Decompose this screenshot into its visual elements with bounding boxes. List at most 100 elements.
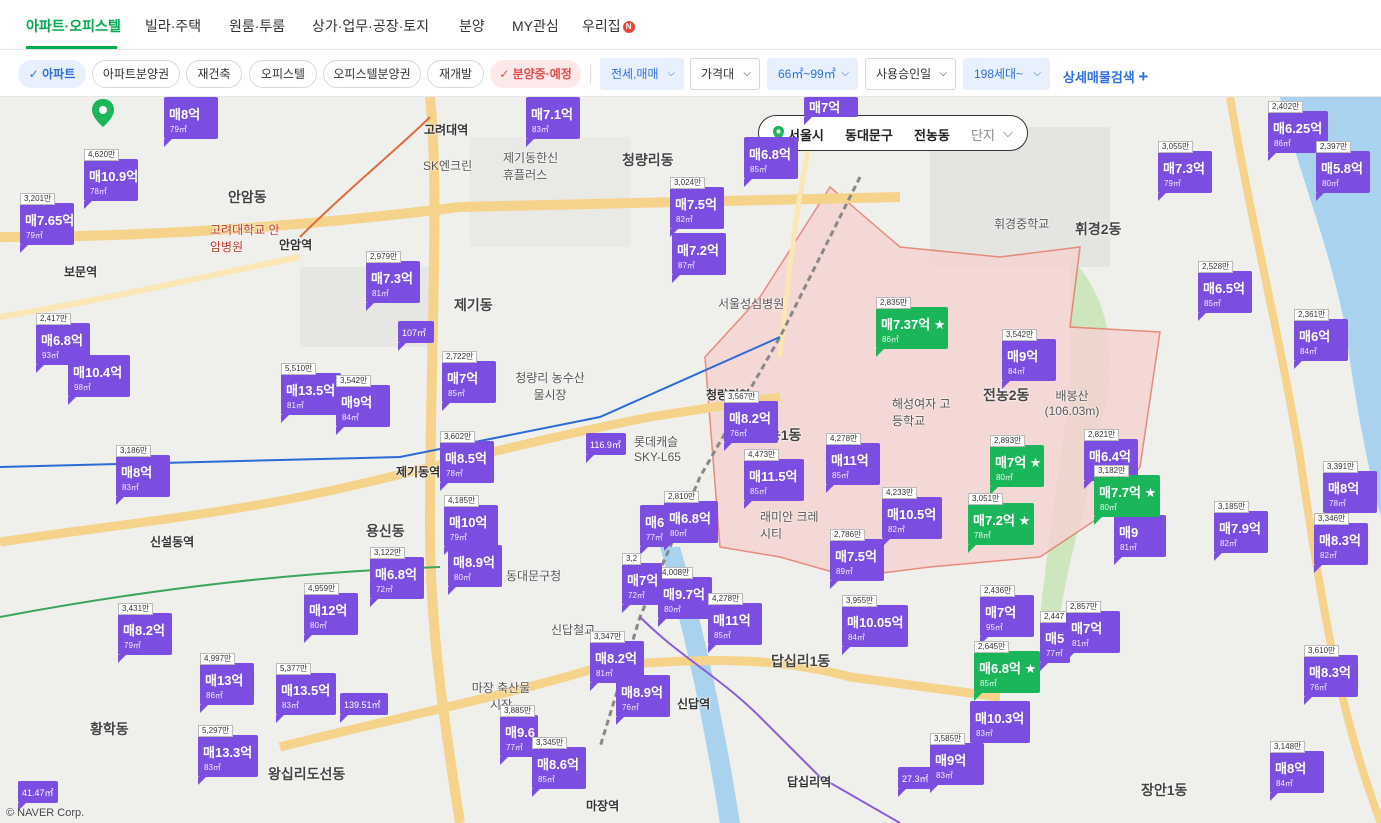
area-marker[interactable]: 139.51㎡	[340, 693, 388, 723]
price-marker[interactable]: 2,810만 매6.8억 80㎡	[664, 491, 718, 551]
chip-reconstruction[interactable]: 재건축	[186, 60, 242, 88]
price-marker[interactable]: 3,542만 매9억 84㎡	[1002, 329, 1056, 389]
price-marker[interactable]: 3,185만 매7.9억 82㎡	[1214, 501, 1268, 561]
featured-price-marker[interactable]: 3,051만 매7.2억 ★ 78㎡	[968, 493, 1034, 553]
featured-price-marker[interactable]: 2,645만 매6.8억 ★ 85㎡	[974, 641, 1040, 701]
marker-area: 86㎡	[1274, 139, 1291, 148]
price-marker[interactable]: 4,473만 매11.5억 85㎡	[744, 449, 804, 509]
marker-area: 80㎡	[996, 473, 1013, 482]
price-marker[interactable]: 3,567만 매8.2억 76㎡	[724, 391, 778, 451]
area-marker[interactable]: 107㎡	[398, 321, 434, 351]
price-marker[interactable]: 4,278만 매11억 85㎡	[826, 433, 880, 493]
price-marker[interactable]: 매10.4억 98㎡	[68, 355, 130, 405]
price-marker[interactable]: 3,391만 매8억 78㎡	[1323, 461, 1377, 521]
price-marker[interactable]: 매8.9억 80㎡	[448, 545, 502, 595]
price-marker[interactable]: 매7.2억 87㎡	[672, 233, 726, 283]
tab-apartment-officetel[interactable]: 아파트·오피스텔	[26, 16, 121, 36]
price-marker[interactable]: 4,620만 매10.9억 78㎡	[84, 149, 138, 209]
chip-apartment[interactable]: ✓ 아파트	[18, 60, 86, 88]
price-marker[interactable]: 매10.3억 83㎡	[970, 701, 1030, 751]
price-marker[interactable]: 3,345만 매8.6억 85㎡	[532, 737, 586, 797]
price-marker[interactable]: 3,431만 매8.2억 79㎡	[118, 603, 172, 663]
price-marker[interactable]: 매8억 79㎡	[164, 97, 218, 147]
select-area[interactable]: 66㎡~99㎡ ⌵	[767, 58, 858, 90]
chip-presale-upcoming[interactable]: ✓ 분양중·예정	[490, 60, 581, 88]
tab-oneroom-tworoom[interactable]: 원룸·투룸	[229, 16, 285, 36]
chip-apartment-presale-right[interactable]: 아파트분양권	[92, 60, 180, 88]
price-marker[interactable]: 3,610만 매8.3억 76㎡	[1304, 645, 1358, 705]
price-marker[interactable]: 3,148만 매8억 84㎡	[1270, 741, 1324, 801]
marker-per-pyeong: 2,436만	[980, 585, 1016, 597]
price-marker[interactable]: 5,377만 매13.5억 83㎡	[276, 663, 336, 723]
marker-per-pyeong: 2,979만	[366, 251, 402, 263]
select-price[interactable]: 가격대 ⌵	[690, 58, 760, 90]
price-marker[interactable]: 3,602만 매8.5억 78㎡	[440, 431, 494, 491]
marker-area: 80㎡	[1322, 179, 1339, 188]
price-marker[interactable]: 3,055만 매7.3억 79㎡	[1158, 141, 1212, 201]
price-marker[interactable]: 2,528만 매6.5억 85㎡	[1198, 261, 1252, 321]
price-marker[interactable]: 4,997만 매13억 86㎡	[200, 653, 254, 713]
marker-area: 86㎡	[206, 691, 223, 700]
featured-price-marker[interactable]: 3,182만 매7.7억 ★ 80㎡	[1094, 465, 1160, 525]
price-marker[interactable]: 2,857만 매7억 81㎡	[1066, 601, 1120, 661]
marker-price: 매10.05억	[847, 615, 904, 630]
price-marker[interactable]: 매6.8억 85㎡	[744, 137, 798, 187]
detail-search-button[interactable]: 상세매물검색 +	[1063, 67, 1148, 87]
marker-price: 매8.9억	[621, 685, 663, 700]
price-marker[interactable]: 매8.9억 76㎡	[616, 675, 670, 725]
marker-per-pyeong: 2,835만	[876, 297, 912, 309]
location-breadcrumb[interactable]: 서울시 동대문구 전농동 단지 ⌵	[758, 115, 1028, 151]
chip-redevelopment[interactable]: 재개발	[427, 60, 484, 88]
marker-price: 매7억	[985, 605, 1017, 620]
tab-my-interest[interactable]: MY관심	[512, 16, 559, 36]
price-marker[interactable]: 3,542만 매9억 84㎡	[336, 375, 390, 435]
price-marker[interactable]: 5,297만 매13.3억 83㎡	[198, 725, 258, 785]
area-marker[interactable]: 41.47㎡	[18, 781, 58, 811]
price-marker[interactable]: 3,201만 매7.65억 79㎡	[20, 193, 74, 253]
price-marker[interactable]: 3,122만 매6.8억 72㎡	[370, 547, 424, 607]
price-marker[interactable]: 4,233만 매10.5억 82㎡	[882, 487, 942, 547]
select-households[interactable]: 198세대~ ⌵	[963, 58, 1050, 90]
price-marker[interactable]: 2,361만 매6억 84㎡	[1294, 309, 1348, 369]
area-marker[interactable]: 116.9㎡	[586, 433, 626, 463]
featured-price-marker[interactable]: 2,893만 매7억 ★ 80㎡	[990, 435, 1044, 495]
price-marker[interactable]: 4,008만 매9.7억 80㎡	[658, 567, 712, 627]
price-marker[interactable]: 매7억	[804, 97, 858, 125]
price-marker[interactable]: 3,186만 매8억 83㎡	[116, 445, 170, 505]
price-marker[interactable]: 5,510만 매13.5억 81㎡	[281, 363, 341, 423]
location-pin-icon[interactable]	[92, 99, 114, 127]
map-canvas[interactable]: 고려대역 안암동 안암역 보문역 청량리동 제기동 제기동역 청량리 농수산물시…	[0, 97, 1381, 823]
loc-complex[interactable]: 단지	[971, 125, 995, 144]
price-marker[interactable]: 3,346만 매8.3억 82㎡	[1314, 513, 1368, 573]
marker-price: 매6.8억	[41, 333, 83, 348]
marker-per-pyeong: 2,361만	[1294, 309, 1330, 321]
select-trade-type[interactable]: 전세,매매 ⌵	[600, 58, 684, 90]
price-marker[interactable]: 2,397만 매5.8억 80㎡	[1316, 141, 1370, 201]
price-marker[interactable]: 2,436만 매7억 95㎡	[980, 585, 1034, 645]
featured-price-marker[interactable]: 2,835만 매7.37억 ★ 86㎡	[876, 297, 948, 357]
tab-commercial[interactable]: 상가·업무·공장·토지	[312, 16, 429, 36]
tab-villa-house[interactable]: 빌라·주택	[145, 16, 201, 36]
select-approval-date[interactable]: 사용승인일 ⌵	[865, 58, 956, 90]
tab-presale[interactable]: 분양	[459, 16, 485, 36]
price-marker[interactable]: 2,722만 매7억 85㎡	[442, 351, 496, 411]
chip-officetel-presale-right[interactable]: 오피스텔분양권	[323, 60, 421, 88]
price-marker[interactable]: 3,955만 매10.05억 84㎡	[842, 595, 908, 655]
price-marker[interactable]: 4,278만 매11억 85㎡	[708, 593, 762, 653]
price-marker[interactable]: 3,2 매7억 72㎡	[622, 553, 662, 613]
price-marker[interactable]: 매9 81㎡	[1114, 515, 1166, 565]
loc-district[interactable]: 동대문구	[845, 125, 893, 144]
loc-dong[interactable]: 전농동	[914, 125, 950, 144]
marker-per-pyeong: 3,610만	[1304, 645, 1340, 657]
price-marker[interactable]: 4,959만 매12억 80㎡	[304, 583, 358, 643]
marker-area: 83㎡	[976, 729, 993, 738]
price-marker[interactable]: 4,185만 매10억 79㎡	[444, 495, 498, 555]
area-marker[interactable]: 27.3㎡	[898, 767, 932, 797]
price-marker[interactable]: 2,786만 매7.5억 89㎡	[830, 529, 884, 589]
chip-officetel[interactable]: 오피스텔	[249, 60, 317, 88]
price-marker[interactable]: 3,024만 매7.5억 82㎡	[670, 177, 724, 237]
tab-our-house[interactable]: 우리집 N	[582, 16, 635, 36]
price-marker[interactable]: 2,979만 매7.3억 81㎡	[366, 251, 420, 311]
price-marker[interactable]: 매7.1억 83㎡	[526, 97, 580, 147]
price-marker[interactable]: 3,585만 매9억 83㎡	[930, 733, 984, 793]
